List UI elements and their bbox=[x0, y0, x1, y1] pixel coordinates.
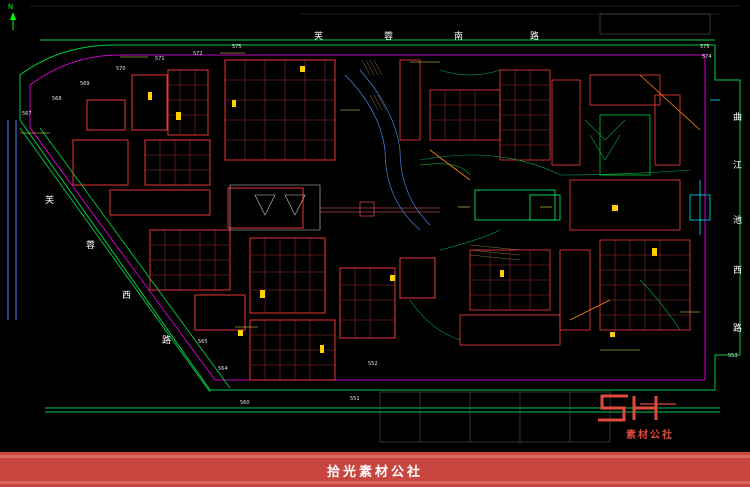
north-label: N bbox=[8, 3, 13, 11]
elevation-mark: 570 bbox=[116, 66, 126, 72]
elevation-mark: 552 bbox=[368, 361, 378, 367]
elevation-mark: 551 bbox=[350, 396, 360, 402]
central-plaza bbox=[229, 69, 471, 231]
street-char: 西 bbox=[733, 265, 742, 276]
elevation-mark: 564 bbox=[218, 366, 228, 372]
street-char: 蓉 bbox=[86, 239, 95, 251]
street-char: 芙 bbox=[45, 194, 54, 206]
east-buildings bbox=[399, 59, 691, 346]
footer-text: 拾光素材公社 bbox=[326, 465, 423, 480]
elevation-mark: 553 bbox=[728, 353, 738, 359]
street-char: 芙 bbox=[314, 30, 323, 42]
street-char: 路 bbox=[530, 30, 539, 42]
elevation-mark: 574 bbox=[702, 54, 712, 60]
street-char: 路 bbox=[162, 334, 171, 346]
footer-banner: 拾光素材公社 bbox=[0, 452, 750, 487]
street-char: 江 bbox=[733, 160, 742, 171]
north-arrow: N bbox=[8, 3, 16, 30]
elevation-mark: 565 bbox=[198, 339, 208, 345]
street-char: 曲 bbox=[733, 112, 742, 123]
street-char: 蓉 bbox=[384, 30, 393, 42]
elevation-mark: 560 bbox=[240, 400, 250, 406]
elevation-mark: 571 bbox=[155, 56, 165, 62]
logo-subtitle: 素材公社 bbox=[626, 430, 674, 441]
stair-markers bbox=[148, 66, 657, 353]
footer-stripe bbox=[0, 481, 750, 484]
street-char: 西 bbox=[122, 290, 131, 301]
cad-site-plan: N 575 575 574 572 571 570 569 568 567 56… bbox=[7, 3, 742, 443]
elevation-mark: 569 bbox=[80, 81, 90, 87]
elevation-mark: 567 bbox=[22, 111, 32, 117]
street-name-right: 曲 江 池 西 路 bbox=[733, 112, 742, 334]
street-name-left: 芙 蓉 西 路 bbox=[45, 194, 171, 346]
elevation-mark: 572 bbox=[193, 51, 203, 57]
road-outline bbox=[7, 39, 741, 413]
elevation-mark: 575 bbox=[700, 44, 710, 50]
street-char: 路 bbox=[733, 322, 742, 334]
footer-stripe bbox=[0, 455, 750, 458]
street-char: 池 bbox=[733, 214, 742, 226]
elevation-mark: 568 bbox=[52, 96, 62, 102]
street-char: 南 bbox=[454, 30, 463, 42]
elevation-mark: 575 bbox=[232, 44, 242, 50]
